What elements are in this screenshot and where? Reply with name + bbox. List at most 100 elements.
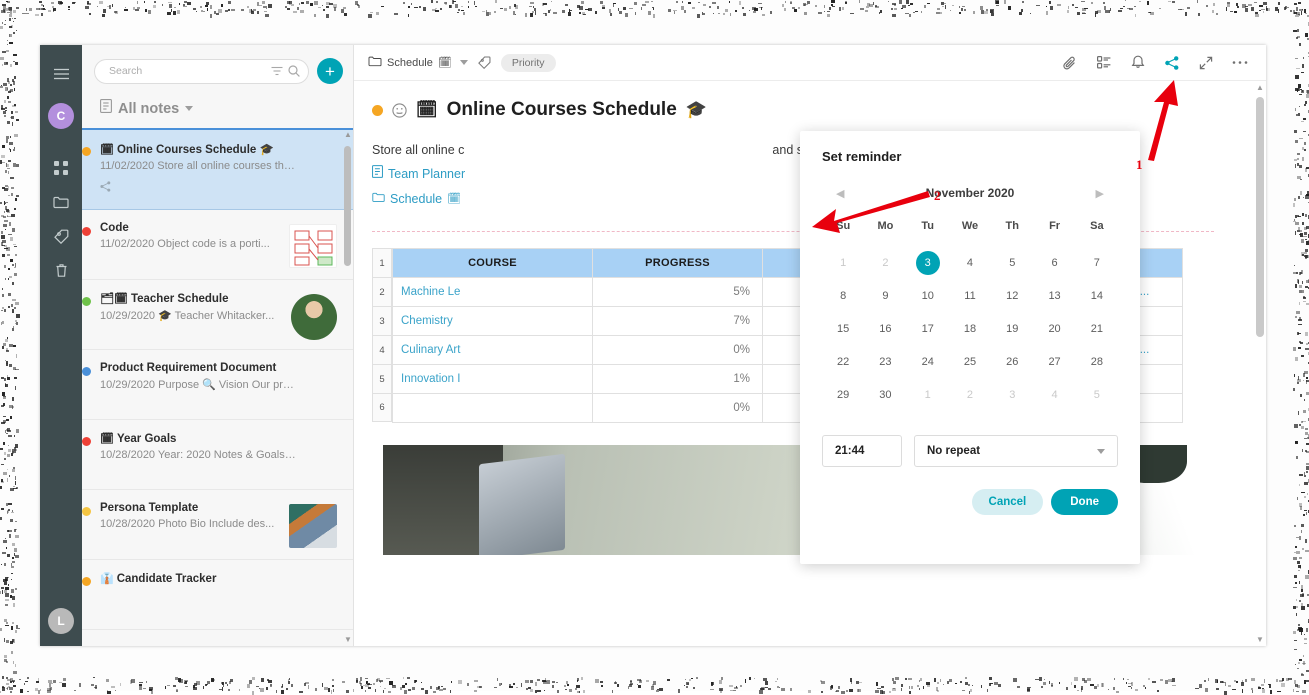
calendar-day[interactable]: 22 [822,350,864,374]
list-item[interactable]: Persona Template10/28/2020 Photo Bio Inc… [82,490,353,560]
trash-icon[interactable] [40,253,82,287]
note-list-scrollbar[interactable]: ▲ ▼ [344,128,351,646]
calendar-day[interactable]: 2 [864,251,906,275]
folder-icon[interactable] [40,185,82,219]
search-input[interactable] [107,64,266,78]
course-name-cell[interactable]: Culinary Art [393,336,593,365]
share-icon[interactable] [100,179,335,197]
chevron-down-icon[interactable] [460,60,468,65]
all-notes-selector[interactable]: All notes [82,84,353,128]
calendar-day[interactable]: 20 [1033,317,1075,341]
share-icon[interactable] [1160,51,1184,75]
tag-icon[interactable] [40,219,82,253]
calendar-day-selected[interactable]: 3 [907,251,949,275]
workspace-avatar[interactable]: C [48,103,74,129]
calendar-day[interactable]: 16 [864,317,906,341]
calendar-day[interactable]: 27 [1033,350,1075,374]
calendar-day[interactable]: 25 [949,350,991,374]
list-item[interactable]: Code11/02/2020 Object code is a porti... [82,210,353,280]
calendar-day[interactable]: 10 [907,284,949,308]
chevron-right-icon[interactable]: ▶ [1092,187,1108,200]
calendar-day[interactable]: 2 [949,383,991,407]
calendar-day[interactable]: 6 [1033,251,1075,275]
list-item[interactable]: 🗓Year Goals10/28/2020 Year: 2020 Notes &… [82,420,353,490]
scroll-down-arrow[interactable]: ▼ [344,635,351,644]
scroll-up-arrow[interactable]: ▲ [1256,83,1263,92]
course-name-cell[interactable] [393,394,593,423]
course-name-cell[interactable]: Innovation I [393,365,593,394]
calendar-day[interactable]: 5 [991,251,1033,275]
tag-icon[interactable] [478,56,491,69]
calendar-day[interactable]: 17 [907,317,949,341]
scroll-down-arrow[interactable]: ▼ [1256,635,1263,644]
calendar-day[interactable]: 19 [991,317,1033,341]
calendar-day[interactable]: 9 [864,284,906,308]
search-icon[interactable] [288,65,300,77]
calendar-day[interactable]: 4 [1033,383,1075,407]
calendar-day[interactable]: 12 [991,284,1033,308]
user-avatar[interactable]: L [48,608,74,634]
apps-grid-icon[interactable] [40,151,82,185]
scroll-up-arrow[interactable]: ▲ [344,130,351,139]
table-row-number[interactable]: 2 [372,277,392,306]
list-item[interactable]: 👔Candidate Tracker [82,560,353,630]
priority-tag[interactable]: Priority [501,54,556,72]
course-name-cell[interactable]: Chemistry [393,307,593,336]
note-list-scroll-thumb[interactable] [344,146,351,266]
progress-cell[interactable]: 5% [593,278,763,307]
calendar-day[interactable]: 3 [991,383,1033,407]
more-options-icon[interactable] [1228,51,1252,75]
calendar-day[interactable]: 5 [1076,383,1118,407]
table-row-number[interactable]: 6 [372,393,392,422]
calendar-day[interactable]: 8 [822,284,864,308]
progress-cell[interactable]: 7% [593,307,763,336]
editor-scrollbar[interactable]: ▲ ▼ [1256,81,1264,646]
calendar-day[interactable]: 28 [1076,350,1118,374]
editor-scroll-thumb[interactable] [1256,97,1264,337]
table-row-number[interactable]: 3 [372,306,392,335]
chevron-down-icon[interactable] [185,106,193,111]
table-row-number[interactable]: 4 [372,335,392,364]
progress-cell[interactable]: 0% [593,336,763,365]
calendar-day[interactable]: 18 [949,317,991,341]
cancel-button[interactable]: Cancel [972,489,1044,515]
calendar-day[interactable]: 23 [864,350,906,374]
list-item[interactable]: Product Requirement Document10/29/2020 P… [82,350,353,420]
calendar-day[interactable]: 13 [1033,284,1075,308]
reminder-repeat-select[interactable]: No repeat [914,435,1118,467]
chevron-left-icon[interactable]: ◀ [832,187,848,200]
calendar-day[interactable]: 1 [907,383,949,407]
smiley-icon[interactable] [392,103,407,118]
done-button[interactable]: Done [1051,489,1118,515]
calendar-day[interactable]: 14 [1076,284,1118,308]
search-box[interactable] [94,59,309,84]
calendar-day[interactable]: 29 [822,383,864,407]
table-row-number[interactable]: 1 [372,248,392,277]
table-header-cell[interactable]: PROGRESS [593,249,763,278]
calendar-day[interactable]: 21 [1076,317,1118,341]
expand-icon[interactable] [1194,51,1218,75]
add-note-button[interactable]: + [317,58,343,84]
course-name-cell[interactable]: Machine Le [393,278,593,307]
chevron-down-icon[interactable] [1097,449,1105,454]
calendar-day[interactable]: 30 [864,383,906,407]
hamburger-icon[interactable] [40,57,82,91]
calendar-day[interactable]: 26 [991,350,1033,374]
filter-icon[interactable] [271,66,283,76]
progress-cell[interactable]: 1% [593,365,763,394]
list-item[interactable]: 🗓Online Courses Schedule 🎓11/02/2020 Sto… [82,128,353,210]
progress-cell[interactable]: 0% [593,394,763,423]
set-reminder-dialog[interactable]: Set reminder ◀ November 2020 ▶ SuMoTuWeT… [800,131,1140,564]
calendar-day[interactable]: 15 [822,317,864,341]
list-item[interactable]: 🗂🗓Teacher Schedule10/29/2020 🎓 Teacher W… [82,280,353,350]
calendar-grid[interactable]: SuMoTuWeThFrSa12345678910111213141516171… [822,220,1118,407]
bell-icon[interactable] [1126,51,1150,75]
table-row-number[interactable]: 5 [372,364,392,393]
attachment-icon[interactable] [1058,51,1082,75]
calendar-day[interactable]: 7 [1076,251,1118,275]
calendar-day[interactable]: 11 [949,284,991,308]
calendar-day[interactable]: 24 [907,350,949,374]
breadcrumb[interactable]: Schedule 🗓 [368,55,468,70]
calendar-day[interactable]: 1 [822,251,864,275]
kanban-icon[interactable] [1092,51,1116,75]
